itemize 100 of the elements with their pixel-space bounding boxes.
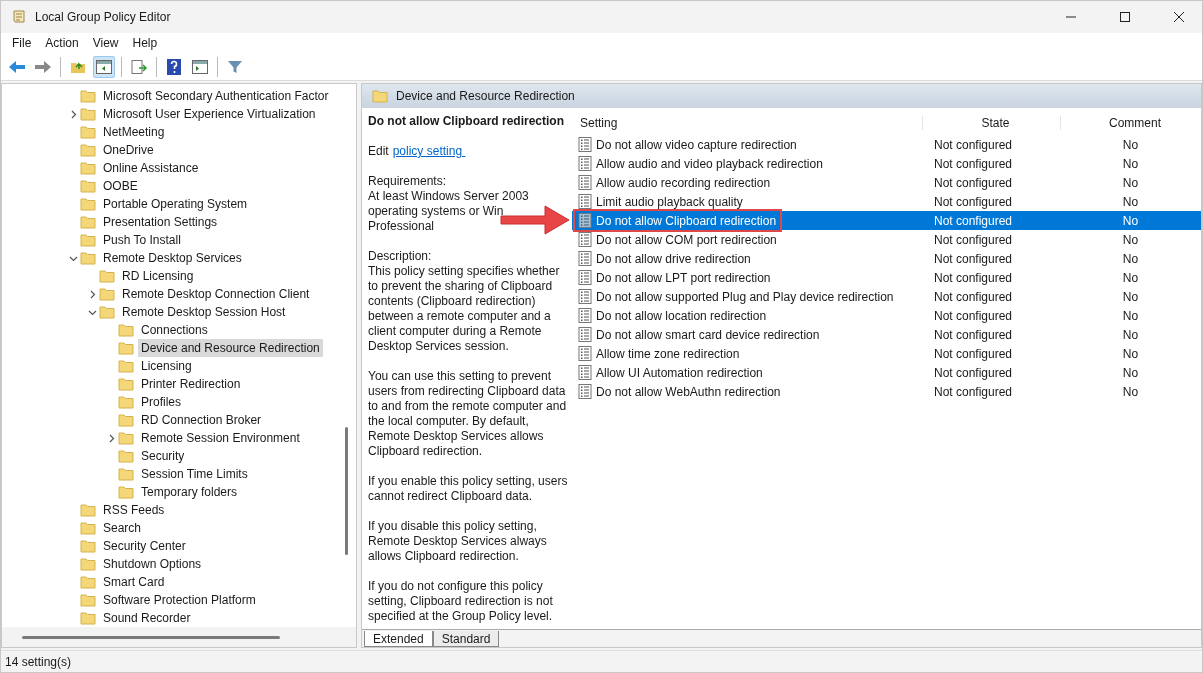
menu-item[interactable]: Action <box>38 36 86 50</box>
tree-item[interactable]: Shutdown Options <box>100 555 205 573</box>
filter-icon[interactable] <box>227 58 243 75</box>
folder-icon <box>118 467 134 481</box>
scrollbar-thumb[interactable] <box>345 427 348 555</box>
show-hide-tree-button[interactable] <box>93 55 115 78</box>
menu-item[interactable]: View <box>85 36 126 50</box>
policy-row[interactable]: Do not allow drive redirection Not configured No <box>572 249 1201 268</box>
close-icon[interactable] <box>1174 12 1184 22</box>
tree-item[interactable]: Portable Operating System <box>100 195 251 213</box>
policy-row[interactable]: Do not allow location redirection Not configured No <box>572 306 1201 325</box>
setting-name: Allow UI Automation redirection <box>596 365 763 380</box>
comment-cell-text: No <box>1121 213 1140 228</box>
requirements-text: Requirements: <box>368 174 447 189</box>
status-text: 14 setting(s) <box>1 650 1202 672</box>
tree-item[interactable]: Temporary folders <box>138 483 241 501</box>
tree-item[interactable]: Printer Redirection <box>138 375 244 393</box>
comment-cell-text: No <box>1121 327 1140 342</box>
policy-icon <box>578 327 592 342</box>
tree-item[interactable]: Push To Install <box>100 231 184 249</box>
setting-name: Allow audio and video playback redirection <box>596 156 823 171</box>
tree-item[interactable]: Device and Resource Redirection <box>138 339 323 357</box>
setting-name: Do not allow COM port redirection <box>596 232 777 247</box>
setting-name: Allow audio recording redirection <box>596 175 771 190</box>
tree-item[interactable]: Licensing <box>138 357 195 375</box>
comment-cell-text: No <box>1121 346 1140 361</box>
back-icon[interactable] <box>8 59 26 74</box>
policy-row[interactable]: Do not allow WebAuthn redirection Not configured No <box>572 382 1201 401</box>
policy-row[interactable]: Allow audio recording redirection Not configured No <box>572 173 1201 192</box>
policy-row[interactable]: Allow UI Automation redirection Not configured No <box>572 363 1201 382</box>
requirements-text: operating systems or Win <box>368 204 504 219</box>
folder-icon <box>118 377 134 391</box>
folder-icon <box>99 287 115 301</box>
export-list-icon[interactable] <box>131 59 147 74</box>
tree-item[interactable]: Software Protection Platform <box>100 591 259 609</box>
comment-cell-text: No <box>1121 137 1140 152</box>
policy-row[interactable]: Do not allow video capture redirection Not configured No <box>572 135 1201 154</box>
tree-item[interactable]: Security <box>138 447 188 465</box>
policy-icon <box>578 194 592 209</box>
policy-icon <box>578 213 592 228</box>
tree-item[interactable]: Remote Desktop Services <box>100 249 245 267</box>
view-tab[interactable]: Extended <box>364 631 433 647</box>
column-header[interactable]: Setting <box>572 116 922 130</box>
tree-item[interactable]: Online Assistance <box>100 159 202 177</box>
window-title: Local Group Policy Editor <box>35 10 172 24</box>
tree-item[interactable]: Presentation Settings <box>100 213 221 231</box>
policy-row[interactable]: Do not allow COM port redirection Not configured No <box>572 230 1201 249</box>
pane-icon[interactable] <box>192 59 208 74</box>
tree-item[interactable]: Session Time Limits <box>138 465 251 483</box>
help-icon[interactable] <box>167 58 181 75</box>
policy-row[interactable]: Allow audio and video playback redirection Not configured No <box>572 154 1201 173</box>
policy-row[interactable]: Do not allow LPT port redirection Not configured No <box>572 268 1201 287</box>
policy-row[interactable]: Do not allow smart card device redirection Not configured No <box>572 325 1201 344</box>
folder-icon <box>80 251 96 265</box>
policy-row[interactable]: Limit audio playback quality Not configured No <box>572 192 1201 211</box>
requirements-text: At least Windows Server 2003 <box>368 189 529 204</box>
tree-item[interactable]: Profiles <box>138 393 184 411</box>
menu-item[interactable]: File <box>5 36 39 50</box>
folder-icon <box>118 431 134 445</box>
comment-cell-text: No <box>1121 232 1140 247</box>
tree-item[interactable]: Microsoft Secondary Authentication Factor <box>100 87 332 105</box>
column-header[interactable]: Comment <box>1060 116 1201 130</box>
folder-icon <box>80 611 96 625</box>
tree-item[interactable]: Sound Recorder <box>100 609 194 627</box>
menu-item[interactable]: Help <box>125 36 165 50</box>
view-tab[interactable]: Standard <box>432 631 500 647</box>
policy-row[interactable]: Do not allow supported Plug and Play device redirection Not configured No <box>572 287 1201 306</box>
comment-cell-text: No <box>1121 308 1140 323</box>
tree-item[interactable]: RD Connection Broker <box>138 411 265 429</box>
tree-item[interactable]: Smart Card <box>100 573 168 591</box>
state-cell-text: Not configured <box>933 327 1014 342</box>
tree-item[interactable]: RSS Feeds <box>100 501 168 519</box>
policy-row[interactable]: Allow time zone redirection Not configured No <box>572 344 1201 363</box>
description-text: If you enable this policy setting, users cannot redirect Clipboard data. <box>368 474 568 504</box>
folder-icon <box>118 485 134 499</box>
tree-item[interactable]: Remote Desktop Connection Client <box>119 285 313 303</box>
tree-item[interactable]: Remote Session Environment <box>138 429 303 447</box>
folder-icon <box>118 323 134 337</box>
tree-item[interactable]: Security Center <box>100 537 189 555</box>
setting-name: Do not allow supported Plug and Play device redirection <box>596 289 894 304</box>
policy-row[interactable]: Do not allow Clipboard redirection Not configured No <box>572 211 1201 230</box>
folder-icon <box>80 161 96 175</box>
tree-item[interactable]: OneDrive <box>100 141 157 159</box>
folder-up-icon[interactable] <box>70 59 86 74</box>
tree-item[interactable]: Search <box>100 519 145 537</box>
folder-icon <box>372 89 388 103</box>
tree-item[interactable]: Connections <box>138 321 211 339</box>
tree-item[interactable]: NetMeeting <box>100 123 168 141</box>
pane-title: Device and Resource Redirection <box>396 89 575 103</box>
scrollbar-thumb[interactable] <box>22 636 280 639</box>
tree-item[interactable]: Remote Desktop Session Host <box>119 303 289 321</box>
folder-icon <box>80 107 96 121</box>
policy-setting-link[interactable]: policy setting <box>392 144 466 159</box>
tree-item[interactable]: OOBE <box>100 177 141 195</box>
tree-item[interactable]: RD Licensing <box>119 267 197 285</box>
column-header[interactable]: State <box>922 116 1060 130</box>
forward-icon[interactable] <box>34 59 52 74</box>
maximize-icon[interactable] <box>1120 12 1130 22</box>
comment-cell-text: No <box>1121 384 1140 399</box>
tree-item[interactable]: Microsoft User Experience Virtualization <box>100 105 319 123</box>
